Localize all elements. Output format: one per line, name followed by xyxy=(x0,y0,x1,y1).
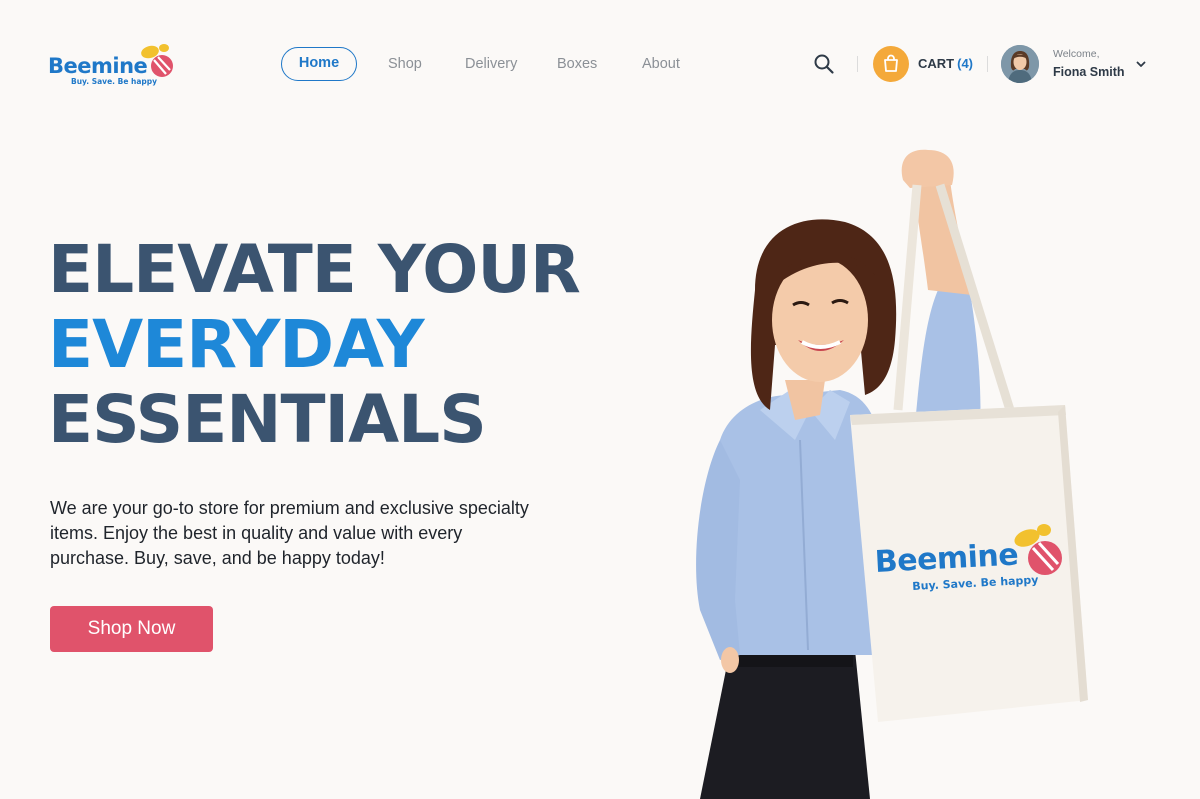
nav-about[interactable]: About xyxy=(642,47,680,81)
cart-label: CART (4) xyxy=(918,56,973,71)
top-header: Beemine Buy. Save. Be happy Home Shop De… xyxy=(0,0,1200,128)
hero-headline: ELEVATE YOUR EVERYDAY ESSENTIALS xyxy=(48,231,581,458)
brand-tagline: Buy. Save. Be happy xyxy=(71,77,158,86)
shop-now-button[interactable]: Shop Now xyxy=(50,606,213,652)
header-divider xyxy=(987,56,988,72)
hero-image xyxy=(696,149,1088,799)
welcome-text: Welcome, xyxy=(1053,48,1100,60)
bag-brand-name: Beemine xyxy=(874,537,1019,580)
brand-name: Beemine xyxy=(48,54,148,78)
bee-icon xyxy=(141,44,173,77)
chevron-down-icon[interactable] xyxy=(1135,58,1147,70)
header-divider xyxy=(857,56,858,72)
headline-line-2: EVERYDAY xyxy=(48,306,425,383)
headline-line-1: ELEVATE YOUR xyxy=(48,231,581,308)
cart-count: (4) xyxy=(957,56,973,71)
avatar[interactable] xyxy=(1001,45,1039,83)
headline-line-3: ESSENTIALS xyxy=(48,381,487,458)
brand-logo[interactable]: Beemine Buy. Save. Be happy xyxy=(48,40,178,90)
nav-home[interactable]: Home xyxy=(281,47,357,81)
shopping-bag-icon xyxy=(884,54,898,72)
cart-badge xyxy=(873,46,909,82)
user-name: Fiona Smith xyxy=(1053,65,1125,79)
hero-description: We are your go-to store for premium and … xyxy=(50,498,529,568)
nav-boxes[interactable]: Boxes xyxy=(557,47,597,81)
nav-delivery[interactable]: Delivery xyxy=(465,47,517,81)
search-icon[interactable] xyxy=(813,53,835,75)
nav-shop[interactable]: Shop xyxy=(388,47,422,81)
